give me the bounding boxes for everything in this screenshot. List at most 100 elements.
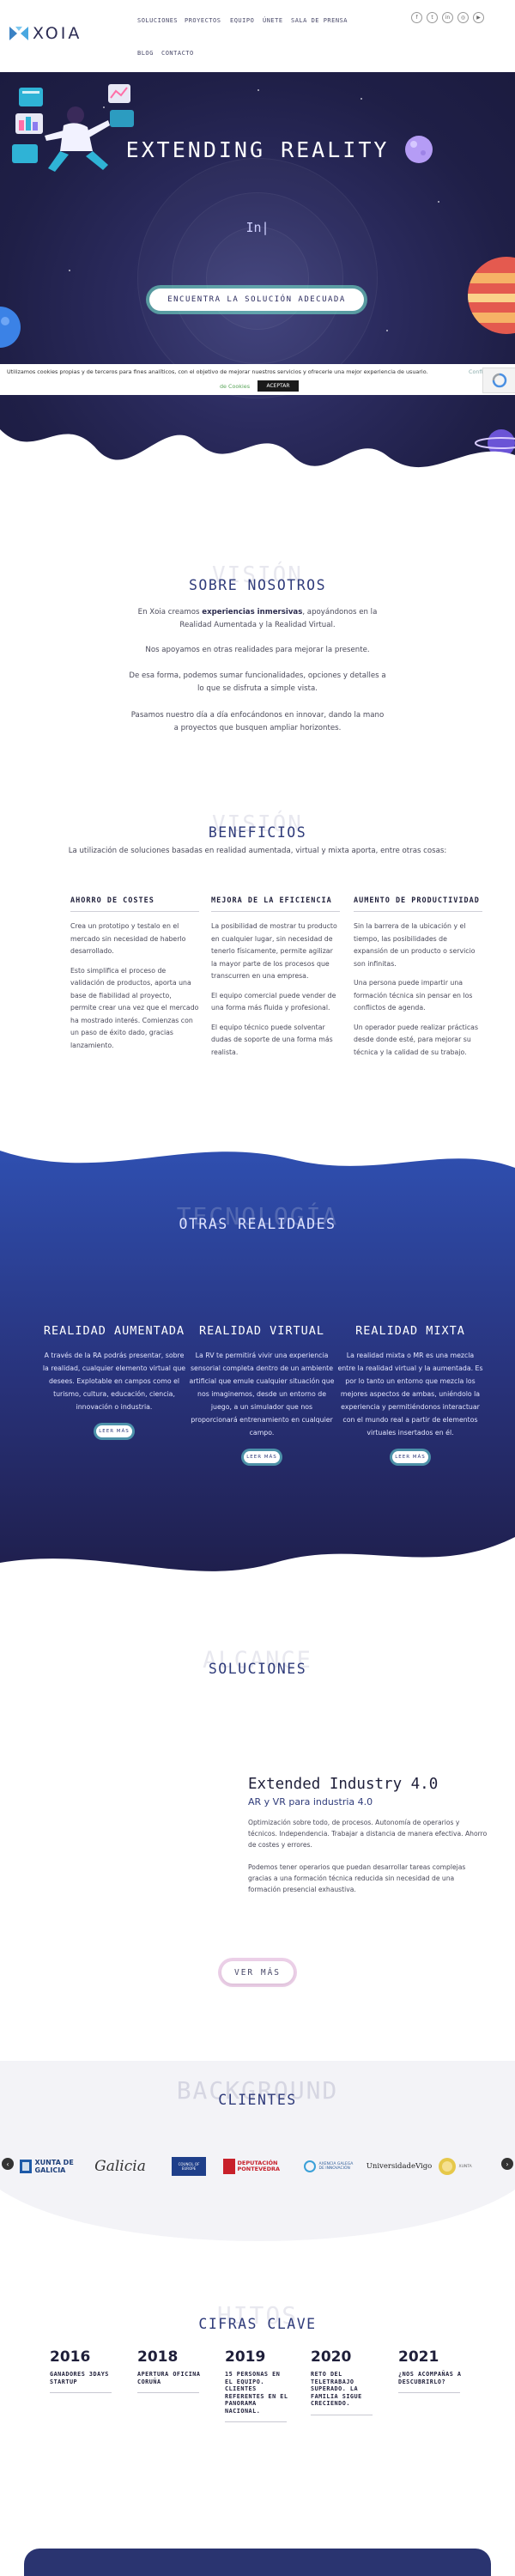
instagram-icon[interactable]: ◎ xyxy=(457,12,469,23)
divider xyxy=(398,2392,460,2393)
benefit-heading: AUMENTO DE PRODUCTIVIDAD xyxy=(354,896,480,905)
milestone-2020: 2020 RETO DEL TELETRABAJO SUPERADO. LA F… xyxy=(311,2348,378,2415)
nav-blog[interactable]: BLOG xyxy=(137,50,154,57)
benefit-text: Una persona puede impartir una formación… xyxy=(354,979,473,1012)
client-logo-pontevedra: DEPUTACIÓN PONTEVEDRA xyxy=(221,2154,295,2179)
client-logo-gain: AXENCIA GALEGA DE INNOVACIÓN xyxy=(302,2154,357,2179)
milestone-year: 2018 xyxy=(137,2348,179,2366)
star xyxy=(258,89,259,91)
recaptcha-icon xyxy=(492,373,506,388)
carousel-next-icon[interactable]: › xyxy=(501,2158,513,2170)
solution-item-subtitle: AR y VR para industria 4.0 xyxy=(248,1796,373,1807)
ar-read-more-button[interactable]: LEER MÁS xyxy=(96,1425,132,1437)
tech-heading: REALIDAD AUMENTADA xyxy=(43,1324,185,1338)
tech-heading: REALIDAD VIRTUAL xyxy=(198,1324,325,1338)
divider xyxy=(50,2392,112,2393)
client-logo-xunta-seal: XUNTA xyxy=(436,2154,501,2179)
divider xyxy=(354,911,482,912)
divider xyxy=(225,2421,287,2422)
client-name: XUNTA DE GALICIA xyxy=(34,2159,74,2174)
about-p1-text: En Xoia creamos xyxy=(137,608,203,617)
tech-col-ar: REALIDAD AUMENTADA A través de la RA pod… xyxy=(41,1324,187,1437)
hero-wave-divider xyxy=(0,429,515,501)
milestone-2016: 2016 GANADORES 3DAYS STARTUP xyxy=(50,2348,117,2393)
benefit-text: El equipo comercial puede vender de una … xyxy=(211,991,336,1012)
benefit-text: Sin la barrera de la ubicación y el tiem… xyxy=(354,922,476,968)
milestone-2019: 2019 15 PERSONAS EN EL EQUIPO. CLIENTES … xyxy=(225,2348,292,2422)
hero-ring xyxy=(206,227,309,330)
milestone-year: 2020 xyxy=(311,2348,352,2366)
nav-contacto[interactable]: CONTACTO xyxy=(161,50,194,57)
client-logo-uvigo: UniversidadeVigo xyxy=(364,2154,434,2179)
nav-equipo[interactable]: EQUIPO xyxy=(230,17,254,24)
carousel-prev-icon[interactable]: ‹ xyxy=(2,2158,14,2170)
divider xyxy=(211,911,340,912)
benefit-text: Crea un prototipo y testalo en el mercad… xyxy=(70,922,186,955)
about-title: SOBRE NOSOTROS xyxy=(188,577,327,593)
client-name: COUNCIL OF EUROPE xyxy=(178,2162,200,2171)
see-more-button[interactable]: VER MÁS xyxy=(221,1961,294,1984)
milestones-title: CIFRAS CLAVE xyxy=(198,2316,317,2332)
about-p4: Pasamos nuestro día a día enfocándonos e… xyxy=(130,711,385,732)
tech-col-vr: REALIDAD VIRTUAL La RV te permitirá vivi… xyxy=(189,1324,335,1463)
about-p3: De esa forma, podemos sumar funcionalida… xyxy=(129,671,386,693)
about-p2: Nos apoyamos en otras realidades para me… xyxy=(145,646,370,654)
linkedin-icon[interactable]: in xyxy=(442,12,453,23)
client-logo-galicia: Galicia xyxy=(86,2154,154,2179)
milestone-year: 2019 xyxy=(225,2348,266,2366)
milestone-2018: 2018 APERTURA OFICINA CORUÑA xyxy=(137,2348,204,2393)
tech-heading: REALIDAD MIXTA xyxy=(355,1324,465,1338)
find-solution-button[interactable]: ENCUENTRA LA SOLUCIÓN ADECUADA xyxy=(149,289,364,311)
solution-item-title: Extended Industry 4.0 xyxy=(248,1776,439,1793)
pontevedra-mark-icon xyxy=(222,2159,235,2174)
milestone-text: GANADORES 3DAYS STARTUP xyxy=(50,2371,109,2385)
benefit-heading: AHORRO DE COSTES xyxy=(70,896,154,905)
cookie-banner: Utilizamos cookies propias y de terceros… xyxy=(0,364,515,395)
benefits-subtitle: La utilización de soluciones basadas en … xyxy=(68,847,447,855)
clients-title: CLIENTES xyxy=(218,2092,297,2108)
benefit-text: Un operador puede realizar prácticas des… xyxy=(354,1023,479,1056)
tech-text: La RV te permitirá vivir una experiencia… xyxy=(189,1352,335,1437)
milestone-year: 2021 xyxy=(398,2348,439,2366)
milestone-text: 15 PERSONAS EN EL EQUIPO. CLIENTES REFER… xyxy=(225,2371,288,2415)
gain-mark-icon xyxy=(303,2160,316,2172)
nav-soluciones[interactable]: SOLUCIONES xyxy=(137,17,178,24)
milestone-text: RETO DEL TELETRABAJO SUPERADO. LA FAMILI… xyxy=(311,2371,362,2407)
nav-proyectos[interactable]: PROYECTOS xyxy=(185,17,221,24)
mr-read-more-button[interactable]: LEER MÁS xyxy=(392,1451,428,1463)
youtube-icon[interactable]: ▶ xyxy=(473,12,484,23)
technology-section: TECNOLOGÍA OTRAS REALIDADES REALIDAD AUM… xyxy=(0,1133,515,1597)
recaptcha-badge[interactable] xyxy=(482,368,515,393)
xunta-seal-icon xyxy=(438,2158,456,2175)
client-name: Galicia xyxy=(94,2158,146,2175)
milestone-year: 2016 xyxy=(50,2348,91,2366)
nav-sala-prensa[interactable]: SALA DE PRENSA xyxy=(291,17,348,24)
divider xyxy=(137,2392,199,2393)
vr-read-more-button[interactable]: LEER MÁS xyxy=(244,1451,280,1463)
hero-typed-text: In| xyxy=(245,220,270,235)
star xyxy=(386,330,388,331)
benefit-heading: MEJORA DE LA EFICIENCIA xyxy=(211,896,332,905)
cookie-policy-link[interactable]: de Cookies xyxy=(220,383,250,390)
brand-logo[interactable]: XOIA xyxy=(9,24,82,43)
nav-unete[interactable]: ÚNETE xyxy=(263,17,283,24)
brand-name: XOIA xyxy=(33,24,82,43)
cookie-text: Utilizamos cookies propias y de terceros… xyxy=(7,368,428,375)
benefit-text: Esto simplifica el proceso de validación… xyxy=(70,966,199,1049)
facebook-icon[interactable]: f xyxy=(411,12,422,23)
client-name: XUNTA xyxy=(458,2164,472,2169)
benefit-col-efficiency: MEJORA DE LA EFICIENCIA La posibilidad d… xyxy=(211,896,340,1059)
benefit-col-costs: AHORRO DE COSTES Crea un prototipo y tes… xyxy=(70,896,199,1052)
milestone-text: APERTURA OFICINA CORUÑA xyxy=(137,2371,201,2385)
about-p1-bold: experiencias inmersivas xyxy=(202,608,303,617)
client-logo-council-europe: COUNCIL OF EUROPE xyxy=(170,2154,208,2179)
about-p1: En Xoia creamos experiencias inmersivas,… xyxy=(129,606,386,632)
solution-item-p2: Podemos tener operarios que puedan desar… xyxy=(248,1863,466,1893)
footer-panel xyxy=(24,2549,491,2576)
star xyxy=(69,270,70,271)
divider xyxy=(70,911,199,912)
twitter-icon[interactable]: t xyxy=(427,12,438,23)
hero-title: EXTENDING REALITY xyxy=(125,137,390,162)
cookie-accept-button[interactable]: ACEPTAR xyxy=(258,380,299,392)
cookie-config-link[interactable]: Confi xyxy=(469,368,482,375)
